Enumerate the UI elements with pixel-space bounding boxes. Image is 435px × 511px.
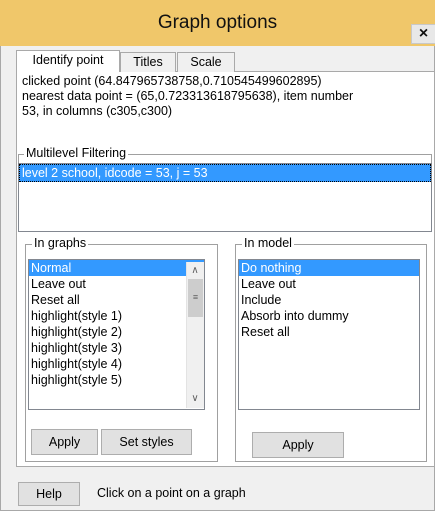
in-model-apply-button[interactable]: Apply — [252, 432, 344, 458]
multilevel-listbox[interactable]: level 2 school, idcode = 53, j = 53 — [18, 163, 432, 232]
scroll-down-icon[interactable]: ∨ — [186, 390, 204, 408]
tab-identify-point[interactable]: Identify point — [16, 50, 120, 72]
list-item[interactable]: highlight(style 4) — [29, 356, 204, 372]
multilevel-item[interactable]: level 2 school, idcode = 53, j = 53 — [19, 164, 431, 182]
list-item[interactable]: highlight(style 3) — [29, 340, 204, 356]
list-item[interactable]: Reset all — [29, 292, 204, 308]
nearest-point-text: nearest data point = (65,0.7233136187956… — [22, 89, 354, 103]
help-button[interactable]: Help — [18, 482, 80, 506]
list-item[interactable]: Include — [239, 292, 419, 308]
multilevel-filtering-legend: Multilevel Filtering — [24, 146, 129, 161]
list-item[interactable]: Do nothing — [239, 260, 419, 276]
list-item[interactable]: highlight(style 2) — [29, 324, 204, 340]
in-graphs-legend: In graphs — [32, 236, 89, 251]
list-item[interactable]: Normal — [29, 260, 204, 276]
list-item[interactable]: Reset all — [239, 324, 419, 340]
scroll-up-icon[interactable]: ∧ — [186, 262, 204, 280]
set-styles-button[interactable]: Set styles — [101, 429, 192, 455]
item-columns-text: 53, in columns (c305,c300) — [22, 104, 173, 118]
tab-scale[interactable]: Scale — [177, 52, 235, 72]
in-model-listbox[interactable]: Do nothing Leave out Include Absorb into… — [238, 259, 420, 410]
in-graphs-listbox[interactable]: Normal Leave out Reset all highlight(sty… — [28, 259, 205, 410]
clicked-point-text: clicked point (64.847965738758,0.7105454… — [22, 74, 322, 88]
in-graphs-apply-button[interactable]: Apply — [31, 429, 98, 455]
list-item[interactable]: Leave out — [29, 276, 204, 292]
window-title: Graph options — [157, 12, 278, 33]
close-icon[interactable]: × — [411, 24, 435, 44]
tab-titles[interactable]: Titles — [120, 52, 176, 72]
list-item[interactable]: Leave out — [239, 276, 419, 292]
list-item[interactable]: Absorb into dummy — [239, 308, 419, 324]
list-item[interactable]: highlight(style 1) — [29, 308, 204, 324]
in-model-legend: In model — [242, 236, 294, 251]
status-text: Click on a point on a graph — [97, 486, 246, 500]
scroll-thumb[interactable]: ≡ — [188, 279, 203, 317]
list-item[interactable]: highlight(style 5) — [29, 372, 204, 388]
